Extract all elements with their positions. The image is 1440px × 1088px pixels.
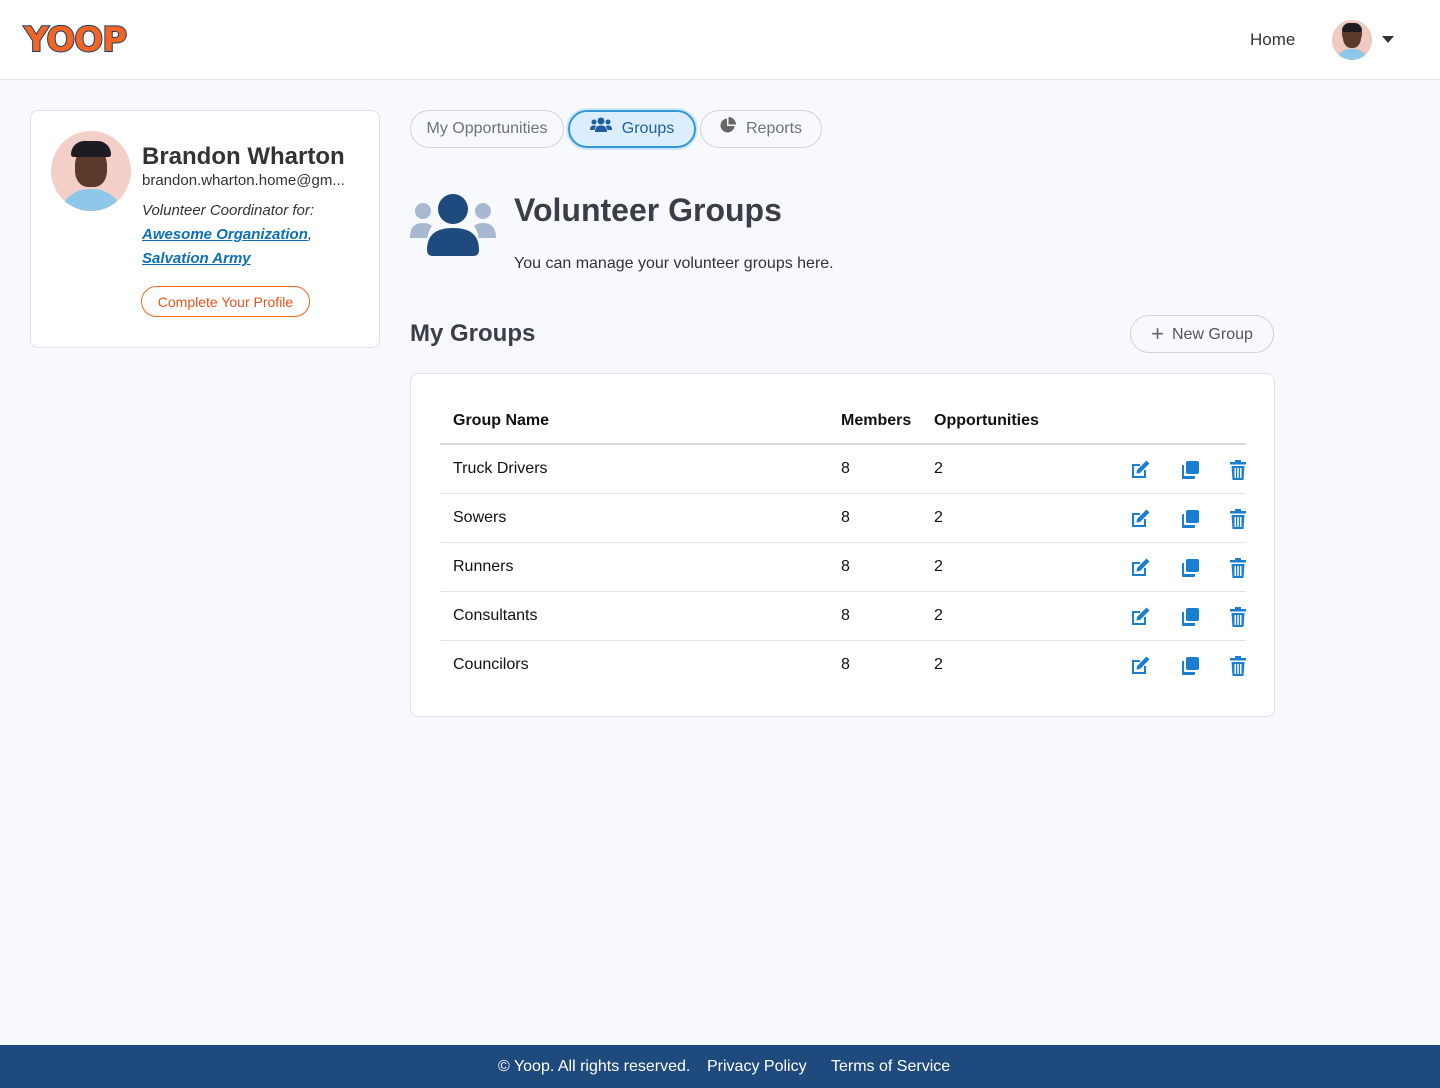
copy-icon[interactable] (1179, 557, 1201, 579)
group-name-cell: Sowers (453, 509, 507, 526)
table-header: Group Name Members Opportunities (440, 399, 1246, 445)
members-cell: 8 (841, 607, 850, 624)
column-header-members[interactable]: Members (841, 411, 911, 431)
page-title: Volunteer Groups (514, 192, 782, 228)
profile-email: brandon.wharton.home@gm... (142, 172, 345, 189)
copy-icon[interactable] (1179, 655, 1201, 677)
profile-role: Volunteer Coordinator for: (142, 202, 315, 219)
tab-my-opportunities[interactable]: My Opportunities (410, 110, 564, 148)
org-link-awesome-organization[interactable]: Awesome Organization, (142, 225, 312, 245)
members-cell: 8 (841, 460, 850, 477)
opportunities-cell: 2 (934, 656, 943, 673)
users-icon (589, 112, 612, 146)
members-cell: 8 (841, 656, 850, 673)
table-row: Sowers 8 2 (440, 494, 1246, 543)
volunteer-groups-icon (410, 194, 496, 256)
column-header-group-name[interactable]: Group Name (453, 411, 549, 431)
page-subtitle: You can manage your volunteer groups her… (514, 255, 834, 272)
pie-chart-icon (720, 111, 736, 147)
tab-groups[interactable]: Groups (568, 110, 696, 148)
profile-name: Brandon Wharton (142, 143, 345, 170)
table-row: Councilors 8 2 (440, 641, 1246, 690)
edit-icon[interactable] (1129, 508, 1151, 530)
complete-profile-button[interactable]: Complete Your Profile (141, 286, 310, 317)
yoop-logo[interactable]: YOOP (23, 19, 128, 61)
new-group-label: New Group (1171, 326, 1253, 343)
group-name-cell: Runners (453, 558, 514, 575)
org-separator: , (307, 226, 313, 243)
tab-label: Reports (745, 120, 803, 137)
table-row: Consultants 8 2 (440, 592, 1246, 641)
org-link-salvation-army[interactable]: Salvation Army (142, 249, 251, 269)
top-navbar: YOOP Home (0, 0, 1440, 80)
edit-icon[interactable] (1129, 459, 1151, 481)
group-name-cell: Truck Drivers (453, 460, 548, 477)
section-title: My Groups (410, 320, 536, 347)
avatar (51, 131, 131, 211)
user-avatar-menu[interactable] (1332, 20, 1372, 60)
opportunities-cell: 2 (934, 558, 943, 575)
edit-icon[interactable] (1129, 606, 1151, 628)
tab-label: My Opportunities (426, 120, 548, 137)
groups-table: Group Name Members Opportunities Truck D… (410, 373, 1275, 717)
copy-icon[interactable] (1179, 606, 1201, 628)
copy-icon[interactable] (1179, 459, 1201, 481)
members-cell: 8 (841, 558, 850, 575)
trash-icon[interactable] (1227, 508, 1249, 530)
trash-icon[interactable] (1227, 606, 1249, 628)
opportunities-cell: 2 (934, 607, 943, 624)
column-header-opportunities[interactable]: Opportunities (934, 411, 1039, 431)
tab-reports[interactable]: Reports (700, 110, 822, 148)
new-group-button[interactable]: + New Group (1130, 315, 1274, 353)
edit-icon[interactable] (1129, 655, 1151, 677)
footer: © Yoop. All rights reserved. Privacy Pol… (0, 1045, 1440, 1088)
trash-icon[interactable] (1227, 459, 1249, 481)
group-name-cell: Councilors (453, 656, 529, 673)
nav-home-link[interactable]: Home (1250, 29, 1295, 51)
edit-icon[interactable] (1129, 557, 1151, 579)
plus-icon: + (1151, 321, 1164, 346)
copy-icon[interactable] (1179, 508, 1201, 530)
group-name-cell: Consultants (453, 607, 538, 624)
table-row: Runners 8 2 (440, 543, 1246, 592)
opportunities-cell: 2 (934, 509, 943, 526)
footer-copyright: © Yoop. All rights reserved. (498, 1058, 691, 1075)
chevron-down-icon[interactable] (1382, 36, 1394, 43)
trash-icon[interactable] (1227, 655, 1249, 677)
opportunities-cell: 2 (934, 460, 943, 477)
members-cell: 8 (841, 509, 850, 526)
trash-icon[interactable] (1227, 557, 1249, 579)
footer-terms-link[interactable]: Terms of Service (831, 1045, 950, 1088)
tab-label: Groups (621, 120, 675, 137)
profile-card: Brandon Wharton brandon.wharton.home@gm.… (30, 110, 380, 348)
table-row: Truck Drivers 8 2 (440, 445, 1246, 494)
footer-privacy-link[interactable]: Privacy Policy (707, 1045, 807, 1088)
